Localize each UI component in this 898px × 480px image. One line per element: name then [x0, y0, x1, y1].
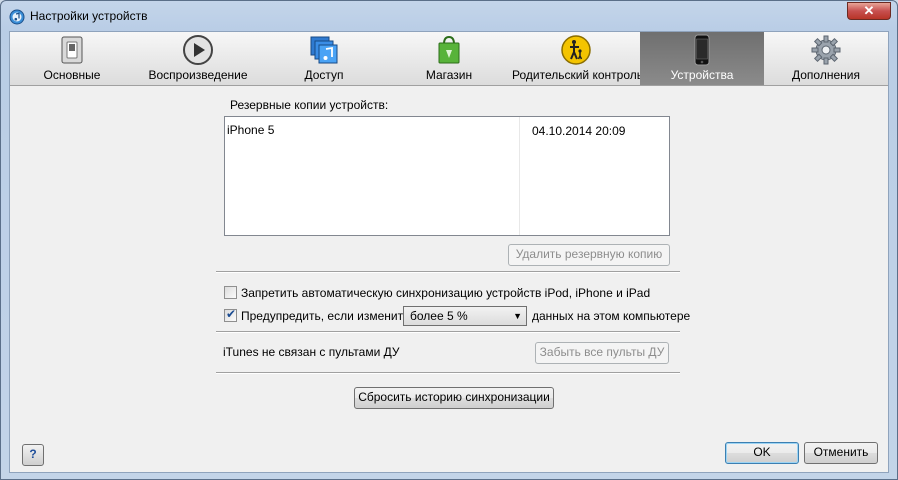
parental-icon [561, 35, 591, 65]
divider [216, 372, 680, 374]
settings-window: Настройки устройств ✕ Основные Воспроизв… [0, 0, 898, 480]
tab-store[interactable]: Магазин [386, 32, 512, 85]
backup-device-name: iPhone 5 [227, 123, 275, 137]
warn-label: Предупредить, если изменится [241, 309, 416, 323]
tab-general[interactable]: Основные [10, 32, 134, 85]
forget-remotes-button[interactable]: Забыть все пульты ДУ [535, 342, 669, 364]
preferences-toolbar: Основные Воспроизведение Доступ Магазин … [10, 32, 888, 86]
delete-backup-button[interactable]: Удалить резервную копию [508, 244, 670, 266]
title-bar: Настройки устройств ✕ [1, 1, 897, 31]
warn-suffix: данных на этом компьютере [532, 309, 691, 323]
remotes-status: iTunes не связан с пультами ДУ [223, 345, 400, 359]
backups-list[interactable]: iPhone 5 04.10.2014 20:09 [224, 116, 670, 236]
warn-checkbox[interactable]: ✔ [224, 307, 237, 322]
tab-parental[interactable]: Родительский контроль [512, 32, 643, 85]
itunes-icon [9, 9, 25, 25]
chevron-down-icon: ▼ [513, 311, 522, 321]
ok-button[interactable]: OK [725, 442, 799, 464]
iphone-icon [694, 34, 710, 66]
divider [216, 271, 680, 273]
tab-sharing[interactable]: Доступ [262, 32, 386, 85]
tab-devices[interactable]: Устройства [640, 32, 764, 85]
cancel-button[interactable]: Отменить [804, 442, 878, 464]
prevent-sync-label: Запретить автоматическую синхронизацию у… [241, 286, 651, 300]
checkmark-icon: ✔ [226, 307, 237, 321]
gear-icon [811, 35, 841, 65]
column-divider [519, 117, 520, 235]
dialog-content: Основные Воспроизведение Доступ Магазин … [9, 31, 889, 473]
switch-icon [61, 36, 83, 64]
music-note-icon [310, 36, 338, 64]
divider [216, 331, 680, 333]
prevent-sync-checkbox[interactable] [224, 286, 237, 299]
warn-threshold-value: более 5 % [410, 309, 468, 323]
warn-threshold-select[interactable]: более 5 % ▼ [403, 306, 527, 326]
reset-sync-history-button[interactable]: Сбросить историю синхронизации [354, 387, 554, 409]
close-button[interactable]: ✕ [847, 2, 891, 20]
play-icon [183, 35, 213, 65]
backups-label: Резервные копии устройств: [230, 98, 389, 112]
backup-date: 04.10.2014 20:09 [532, 124, 626, 138]
window-title: Настройки устройств [30, 9, 148, 23]
tab-advanced[interactable]: Дополнения [764, 32, 888, 85]
shopping-bag-icon [438, 35, 460, 64]
tab-playback[interactable]: Воспроизведение [134, 32, 262, 85]
help-button[interactable]: ? [22, 444, 44, 466]
